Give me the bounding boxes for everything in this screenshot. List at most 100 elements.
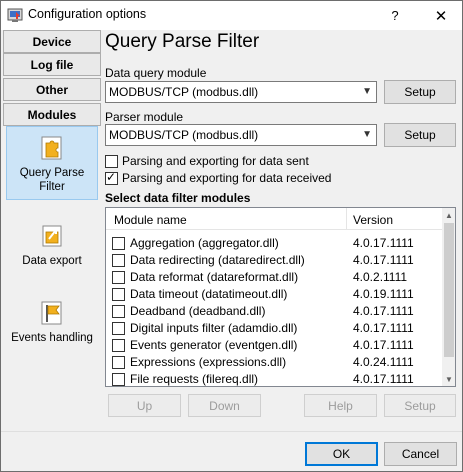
setup-label: Setup [404, 128, 436, 142]
cancel-label: Cancel [401, 447, 440, 461]
sidebar-item-label: Query Parse Filter [19, 167, 85, 193]
scroll-up-arrow-icon[interactable]: ▲ [442, 208, 455, 222]
sidebar-item-label: Data export [22, 255, 82, 267]
module-version: 4.0.17.1111 [353, 304, 414, 318]
row-checkbox[interactable] [112, 254, 125, 267]
chevron-down-icon: ▼ [362, 86, 372, 97]
module-setup-button[interactable]: Setup [384, 394, 456, 417]
list-item[interactable]: Aggregation (aggregator.dll) 4.0.17.1111 [106, 235, 442, 252]
data-query-setup-button[interactable]: Setup [384, 80, 456, 104]
nav-tab-label: Log file [30, 57, 74, 72]
nav-tab-device[interactable]: Device [3, 30, 101, 53]
parser-value: MODBUS/TCP (modbus.dll) [109, 128, 259, 142]
module-name: Data timeout (datatimeout.dll) [130, 287, 288, 301]
list-item[interactable]: Data timeout (datatimeout.dll) 4.0.19.11… [106, 286, 442, 303]
data-query-select[interactable]: MODBUS/TCP (modbus.dll) ▼ [105, 81, 377, 103]
nav-tab-log-file[interactable]: Log file [3, 53, 101, 76]
column-module-name[interactable]: Module name [114, 213, 187, 227]
page-title: Query Parse Filter [105, 31, 260, 52]
parse-received-label: Parsing and exporting for data received [122, 171, 332, 185]
module-name: Data reformat (datareformat.dll) [130, 270, 299, 284]
filter-modules-list[interactable]: Module name Version Aggregation (aggrega… [105, 207, 456, 387]
close-icon: ✕ [434, 7, 448, 25]
window-title: Configuration options [28, 7, 147, 21]
module-name: Digital inputs filter (adamdio.dll) [130, 321, 298, 335]
module-version: 4.0.17.1111 [353, 321, 414, 335]
nav-tab-modules[interactable]: Modules [3, 103, 101, 126]
module-name: Deadband (deadband.dll) [130, 304, 266, 318]
module-version: 4.0.17.1111 [353, 338, 414, 352]
module-version: 4.0.17.1111 [353, 236, 414, 250]
puzzle-piece-icon [41, 136, 62, 160]
module-version: 4.0.24.1111 [353, 355, 414, 369]
column-divider[interactable] [346, 208, 347, 230]
list-item[interactable]: Data redirecting (dataredirect.dll) 4.0.… [106, 252, 442, 269]
chevron-down-icon: ▼ [362, 129, 372, 140]
vertical-scrollbar[interactable]: ▲ ▼ [442, 208, 455, 386]
flag-icon [41, 301, 62, 325]
sidebar-item-label: Events handling [11, 332, 93, 344]
row-checkbox[interactable] [112, 237, 125, 250]
list-item[interactable]: File requests (filereq.dll) 4.0.17.1111 [106, 371, 442, 386]
module-name: Expressions (expressions.dll) [130, 355, 287, 369]
setup-label: Setup [404, 398, 436, 413]
up-label: Up [136, 398, 153, 413]
sidebar-nav: Device Log file Other Modules Query Pars… [3, 30, 101, 430]
nav-tab-label: Modules [27, 107, 77, 122]
row-checkbox[interactable] [112, 373, 125, 386]
row-checkbox[interactable] [112, 271, 125, 284]
module-version: 4.0.19.1111 [353, 287, 414, 301]
list-item[interactable]: Events generator (eventgen.dll) 4.0.17.1… [106, 337, 442, 354]
ok-label: OK [332, 447, 351, 461]
filter-section-title: Select data filter modules [105, 191, 251, 205]
sidebar-item-events-handling[interactable]: Events handling [6, 292, 98, 366]
parser-label: Parser module [105, 110, 184, 124]
data-query-label: Data query module [105, 66, 207, 80]
list-item[interactable]: Deadband (deadband.dll) 4.0.17.1111 [106, 303, 442, 320]
list-item[interactable]: Expressions (expressions.dll) 4.0.24.111… [106, 354, 442, 371]
module-name: File requests (filereq.dll) [130, 372, 259, 386]
parse-sent-label: Parsing and exporting for data sent [122, 154, 309, 168]
parser-select[interactable]: MODBUS/TCP (modbus.dll) ▼ [105, 124, 377, 146]
nav-tab-other[interactable]: Other [3, 78, 101, 101]
sidebar-item-query-parse-filter[interactable]: Query Parse Filter [6, 126, 98, 200]
column-version[interactable]: Version [353, 213, 393, 227]
row-checkbox[interactable] [112, 288, 125, 301]
list-item[interactable]: Digital inputs filter (adamdio.dll) 4.0.… [106, 320, 442, 337]
nav-tab-label: Other [35, 82, 68, 97]
scroll-down-arrow-icon[interactable]: ▼ [442, 372, 455, 386]
close-button[interactable]: ✕ [422, 1, 460, 30]
module-version: 4.0.17.1111 [353, 372, 414, 386]
module-help-button[interactable]: Help [304, 394, 377, 417]
module-name: Events generator (eventgen.dll) [130, 338, 298, 352]
parse-received-checkbox[interactable] [105, 170, 118, 185]
title-bar: Configuration options ? ✕ [1, 1, 462, 30]
cancel-button[interactable]: Cancel [384, 442, 457, 466]
module-version: 4.0.2.1111 [353, 270, 408, 284]
list-header: Module name Version [106, 208, 442, 230]
export-arrow-icon [42, 225, 62, 247]
setup-label: Setup [404, 85, 436, 99]
move-down-button[interactable]: Down [188, 394, 261, 417]
row-checkbox[interactable] [112, 339, 125, 352]
ok-button[interactable]: OK [305, 442, 378, 466]
row-checkbox[interactable] [112, 305, 125, 318]
footer-divider [1, 431, 462, 432]
module-name: Aggregation (aggregator.dll) [130, 236, 279, 250]
parser-setup-button[interactable]: Setup [384, 123, 456, 147]
nav-tab-label: Device [32, 34, 72, 49]
data-query-value: MODBUS/TCP (modbus.dll) [109, 85, 259, 99]
help-title-button[interactable]: ? [376, 1, 414, 30]
list-item[interactable]: Data reformat (datareformat.dll) 4.0.2.1… [106, 269, 442, 286]
move-up-button[interactable]: Up [108, 394, 181, 417]
config-window: Configuration options ? ✕ Device Log fil… [0, 0, 463, 472]
row-checkbox[interactable] [112, 322, 125, 335]
help-label: Help [328, 398, 353, 413]
help-glyph: ? [391, 8, 399, 23]
row-checkbox[interactable] [112, 356, 125, 369]
scroll-thumb[interactable] [444, 223, 454, 357]
sidebar-item-data-export[interactable]: Data export [6, 215, 98, 289]
parse-sent-checkbox[interactable] [105, 155, 118, 168]
down-label: Down [209, 398, 240, 413]
module-name: Data redirecting (dataredirect.dll) [130, 253, 305, 267]
